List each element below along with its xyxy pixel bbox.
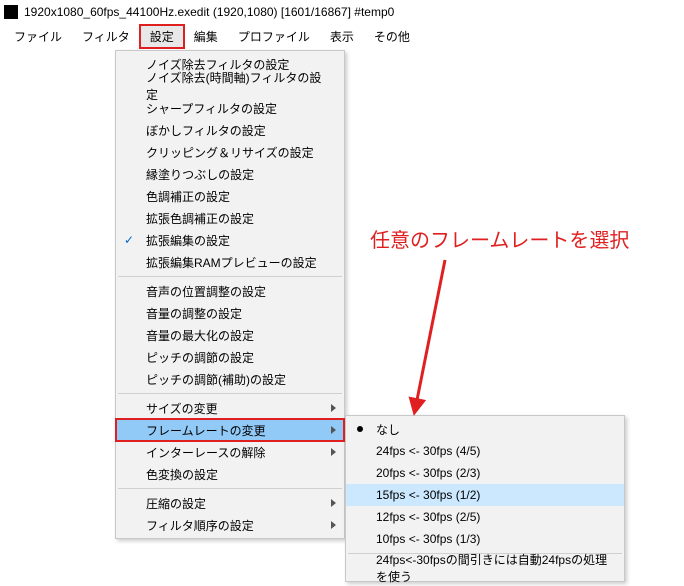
dropdown-item[interactable]: 色調補正の設定 <box>116 185 344 207</box>
dropdown-item[interactable]: クリッピング＆リサイズの設定 <box>116 141 344 163</box>
menu-profile[interactable]: プロファイル <box>228 25 320 48</box>
dropdown-item[interactable]: 拡張編集RAMプレビューの設定 <box>116 251 344 273</box>
menu-filter[interactable]: フィルタ <box>72 25 140 48</box>
framerate-submenu: なし 24fps <- 30fps (4/5) 20fps <- 30fps (… <box>345 415 625 582</box>
dropdown-item[interactable]: 音声の位置調整の設定 <box>116 280 344 302</box>
annotation-text: 任意のフレームレートを選択 <box>370 224 629 253</box>
separator <box>118 393 342 394</box>
dropdown-item-filterorder[interactable]: フィルタ順序の設定 <box>116 514 344 536</box>
settings-dropdown: ノイズ除去フィルタの設定 ノイズ除去(時間軸)フィルタの設定 シャープフィルタの… <box>115 50 345 539</box>
submenu-item-none[interactable]: なし <box>346 418 624 440</box>
dropdown-item[interactable]: 音量の最大化の設定 <box>116 324 344 346</box>
menu-file[interactable]: ファイル <box>4 25 72 48</box>
menu-bar: ファイル フィルタ 設定 編集 プロファイル 表示 その他 <box>0 24 684 48</box>
dropdown-item-framerate[interactable]: フレームレートの変更 <box>116 419 344 441</box>
submenu-item-auto24[interactable]: 24fps<-30fpsの間引きには自動24fpsの処理を使う <box>346 557 624 579</box>
submenu-item[interactable]: 12fps <- 30fps (2/5) <box>346 506 624 528</box>
menu-other[interactable]: その他 <box>364 25 420 48</box>
title-text: 1920x1080_60fps_44100Hz.exedit (1920,108… <box>24 5 394 19</box>
menu-view[interactable]: 表示 <box>320 25 364 48</box>
submenu-item[interactable]: 24fps <- 30fps (4/5) <box>346 440 624 462</box>
dropdown-item-interlace[interactable]: インターレースの解除 <box>116 441 344 463</box>
dropdown-item[interactable]: 音量の調整の設定 <box>116 302 344 324</box>
dropdown-item[interactable]: ピッチの調節(補助)の設定 <box>116 368 344 390</box>
dropdown-item-size[interactable]: サイズの変更 <box>116 397 344 419</box>
app-icon <box>4 5 18 19</box>
menu-settings[interactable]: 設定 <box>140 25 184 48</box>
dropdown-item[interactable]: 色変換の設定 <box>116 463 344 485</box>
dropdown-item[interactable]: 拡張色調補正の設定 <box>116 207 344 229</box>
submenu-item[interactable]: 10fps <- 30fps (1/3) <box>346 528 624 550</box>
dropdown-item-checked[interactable]: 拡張編集の設定 <box>116 229 344 251</box>
dropdown-item[interactable]: ノイズ除去(時間軸)フィルタの設定 <box>116 75 344 97</box>
dropdown-item[interactable]: ぼかしフィルタの設定 <box>116 119 344 141</box>
annotation-arrow <box>405 255 455 425</box>
submenu-item[interactable]: 20fps <- 30fps (2/3) <box>346 462 624 484</box>
submenu-item-selected[interactable]: 15fps <- 30fps (1/2) <box>346 484 624 506</box>
title-bar: 1920x1080_60fps_44100Hz.exedit (1920,108… <box>0 0 684 24</box>
dropdown-item[interactable]: ピッチの調節の設定 <box>116 346 344 368</box>
separator <box>118 276 342 277</box>
separator <box>118 488 342 489</box>
dropdown-item[interactable]: シャープフィルタの設定 <box>116 97 344 119</box>
menu-edit[interactable]: 編集 <box>184 25 228 48</box>
dropdown-item[interactable]: 縁塗りつぶしの設定 <box>116 163 344 185</box>
dropdown-item-compress[interactable]: 圧縮の設定 <box>116 492 344 514</box>
